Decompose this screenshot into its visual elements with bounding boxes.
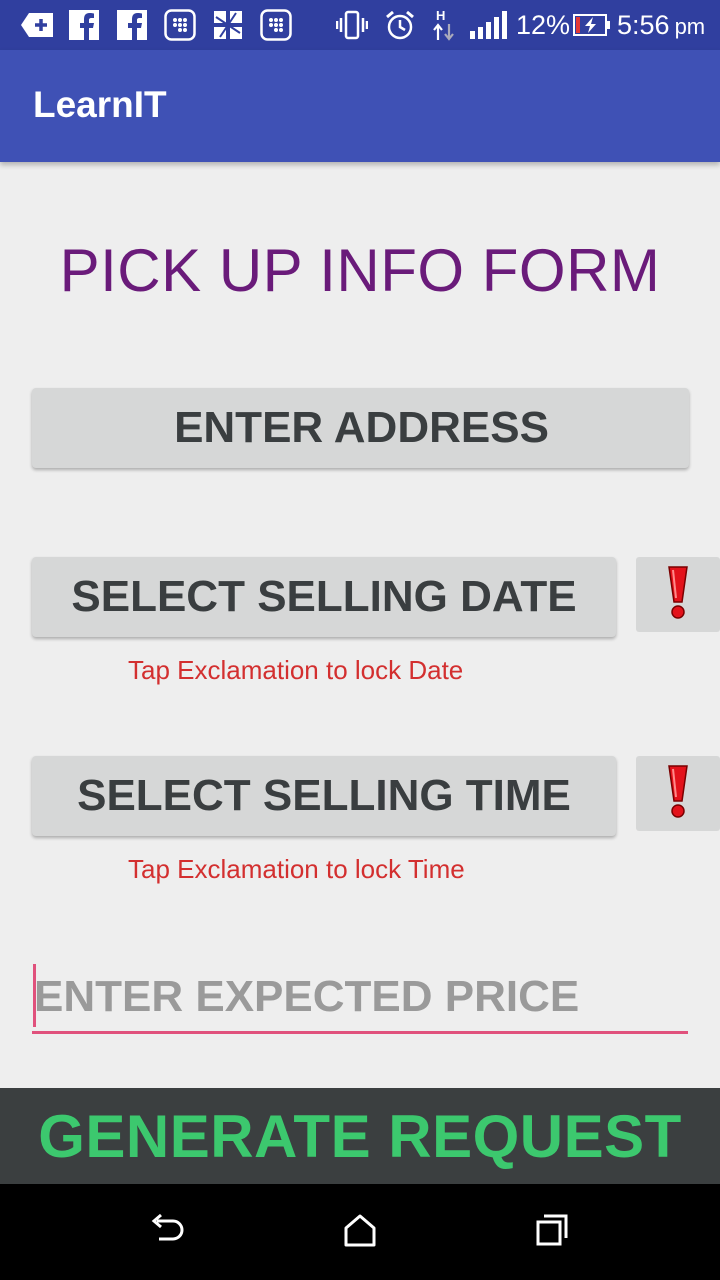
text-cursor [33,964,36,1027]
lock-time-button[interactable] [636,756,720,831]
svg-text:H: H [436,8,445,23]
status-bar: H 12% 5:56 pm [0,0,720,50]
app-grid-icon [259,9,293,41]
signal-strength-icon [468,9,510,41]
enter-address-button[interactable]: ENTER ADDRESS [32,388,689,468]
clock-ampm: pm [674,14,706,39]
app-grid-icon [163,9,197,41]
vibrate-icon [335,9,369,41]
home-button[interactable] [330,1204,390,1260]
recents-icon [534,1212,570,1253]
puzzle-icon [211,9,245,41]
app-title: LearnIT [33,84,167,125]
exclamation-icon [663,763,693,824]
date-lock-hint: Tap Exclamation to lock Date [128,655,464,685]
home-icon [342,1213,378,1252]
exclamation-icon [663,564,693,625]
add-box-icon [20,9,54,41]
generate-request-button[interactable]: GENERATE REQUEST [0,1088,720,1184]
facebook-icon [116,9,148,41]
alarm-icon [383,9,417,41]
battery-charging-icon [572,9,612,41]
select-selling-date-button[interactable]: SELECT SELLING DATE [32,557,616,637]
select-selling-time-button[interactable]: SELECT SELLING TIME [32,756,616,836]
time-lock-hint: Tap Exclamation to lock Time [128,854,465,884]
app-bar: LearnIT [0,50,720,162]
facebook-icon [68,9,100,41]
nav-bar [0,1184,720,1280]
data-transfer-icon: H [431,8,457,41]
back-button[interactable] [137,1204,197,1260]
clock-time: 5:56 [617,10,670,40]
battery-percent: 12% [516,10,571,40]
expected-price-input[interactable] [32,962,688,1034]
back-icon [147,1213,187,1252]
clock: 5:56 pm [617,8,705,44]
recents-button[interactable] [522,1204,582,1260]
lock-date-button[interactable] [636,557,720,632]
form-title: PICK UP INFO FORM [59,237,661,304]
